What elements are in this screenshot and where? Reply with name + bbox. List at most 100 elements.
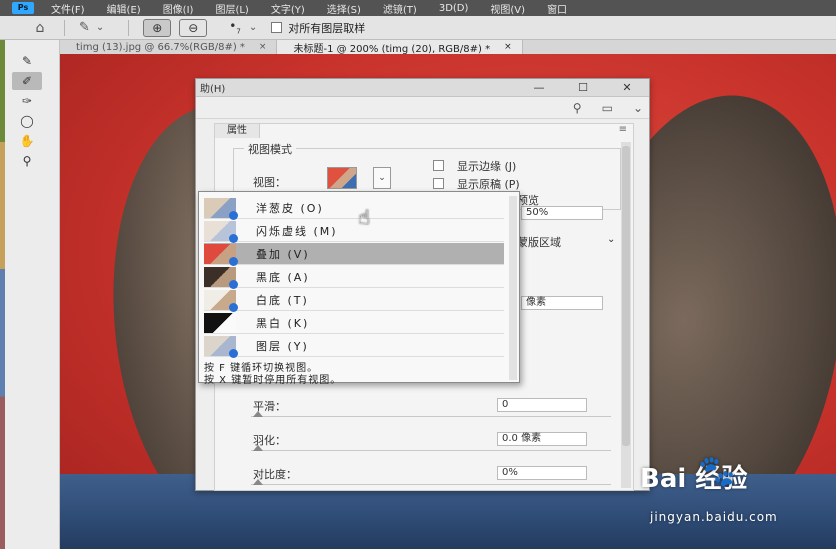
sample-all-layers-checkbox[interactable] bbox=[271, 22, 283, 33]
menu-view[interactable]: 视图(V) bbox=[479, 1, 536, 16]
toolbox: ✎ ✐ ✑ ◯ ✋ ⚲ bbox=[0, 40, 60, 549]
tab-label: timg (13).jpg @ 66.7%(RGB/8#) * bbox=[76, 41, 245, 53]
slider-knob[interactable] bbox=[253, 445, 263, 451]
tab-properties[interactable]: 属性 bbox=[215, 124, 260, 138]
close-icon[interactable]: × bbox=[259, 42, 267, 52]
chevron-down-icon[interactable]: ⌄ bbox=[607, 234, 615, 245]
scroll-thumb[interactable] bbox=[622, 146, 630, 446]
menu-item-black-white[interactable]: 黑白 (K) bbox=[204, 312, 504, 334]
view-label: 视图： bbox=[253, 176, 286, 189]
slider-knob[interactable] bbox=[253, 479, 263, 485]
workspace-icon[interactable]: ▭ bbox=[602, 101, 613, 115]
menu-item-label: 白底 (T) bbox=[256, 293, 309, 307]
menu-item-label: 洋葱皮 (O) bbox=[256, 201, 324, 215]
chevron-down-icon[interactable]: ⌄ bbox=[633, 101, 643, 115]
feather-slider[interactable] bbox=[251, 445, 611, 451]
tab-label: 未标题-1 @ 200% (timg (20), RGB/8#) * bbox=[293, 43, 491, 55]
show-original-checkbox[interactable] bbox=[433, 178, 444, 189]
on-black-thumbnail-icon bbox=[204, 266, 238, 289]
view-dropdown-button[interactable]: ⌄ bbox=[373, 167, 391, 189]
feather-field[interactable]: 0.0 像素 bbox=[497, 432, 587, 446]
menu-item-overlay[interactable]: 叠加 (V) bbox=[204, 243, 504, 266]
baidu-watermark: Bai 经验 🐾 jingyan.baidu.com bbox=[640, 454, 830, 538]
menu-3d[interactable]: 3D(D) bbox=[428, 3, 480, 14]
close-button[interactable]: ✕ bbox=[605, 81, 649, 94]
menu-item-marching-ants[interactable]: 闪烁虚线 (M) bbox=[204, 220, 504, 243]
on-layers-thumbnail-icon bbox=[204, 335, 238, 358]
contrast-field[interactable]: 0% bbox=[497, 466, 587, 480]
menu-item-label: 黑底 (A) bbox=[256, 270, 310, 284]
search-icon[interactable]: ⚲ bbox=[573, 101, 582, 115]
marching-ants-thumbnail-icon bbox=[204, 220, 238, 243]
mask-region-label[interactable]: 蒙版区域 bbox=[517, 234, 561, 250]
subtract-mode-icon[interactable]: ⊖ bbox=[179, 18, 208, 37]
divider bbox=[64, 19, 65, 36]
home-icon[interactable]: ⌂ bbox=[26, 20, 54, 36]
hand-tool-icon[interactable]: ✋ bbox=[12, 132, 42, 150]
radius-field[interactable]: 像素 bbox=[521, 296, 603, 310]
menu-scrollbar[interactable] bbox=[509, 196, 517, 380]
menu-item-onion-skin[interactable]: 洋葱皮 (O) bbox=[204, 197, 504, 220]
menu-select[interactable]: 选择(S) bbox=[316, 1, 372, 16]
close-icon[interactable]: × bbox=[504, 42, 512, 52]
watermark-url: jingyan.baidu.com bbox=[650, 510, 778, 524]
chevron-down-icon[interactable]: ⌄ bbox=[96, 22, 104, 33]
menu-item-on-white[interactable]: 白底 (T) bbox=[204, 289, 504, 312]
panel-scrollbar[interactable] bbox=[621, 142, 631, 488]
quick-select-tool-icon[interactable]: ✎ bbox=[12, 52, 42, 70]
tab-timg13[interactable]: timg (13).jpg @ 66.7%(RGB/8#) * × bbox=[60, 40, 278, 54]
overlay-thumbnail-icon bbox=[204, 243, 238, 266]
menu-window[interactable]: 窗口 bbox=[536, 1, 578, 16]
black-white-thumbnail-icon bbox=[204, 312, 236, 333]
menu-image[interactable]: 图像(I) bbox=[152, 1, 205, 16]
smooth-slider[interactable] bbox=[251, 411, 611, 417]
window-titlebar: 助(H) — ☐ ✕ bbox=[196, 79, 649, 97]
tab-untitled[interactable]: 未标题-1 @ 200% (timg (20), RGB/8#) * × bbox=[277, 40, 523, 55]
color-strip bbox=[0, 40, 5, 549]
paw-icon: 🐾 bbox=[698, 454, 736, 489]
options-bar: ⌂ ✎ ⌄ ⊕ ⊖ •7 ⌄ 对所有图层取样 bbox=[0, 16, 836, 40]
hint-disable-views: 按 X 键暂时停用所有视图。 bbox=[204, 375, 342, 386]
brush-tool-icon[interactable]: ✐ bbox=[12, 72, 42, 90]
show-edge-checkbox[interactable] bbox=[433, 160, 444, 171]
minimize-button[interactable]: — bbox=[517, 81, 561, 94]
zoom-tool-icon[interactable]: ⚲ bbox=[12, 152, 42, 170]
show-original-label: 显示原稿 (P) bbox=[457, 178, 520, 191]
hand-cursor-icon: ☝ bbox=[358, 205, 371, 229]
maximize-button[interactable]: ☐ bbox=[561, 81, 605, 94]
menu-item-label: 叠加 (V) bbox=[256, 247, 310, 261]
window-toolrow: ⚲ ▭ ⌄ bbox=[196, 97, 649, 119]
panel-menu-icon[interactable]: ≡ bbox=[619, 124, 627, 135]
smooth-field[interactable]: 0 bbox=[497, 398, 587, 412]
menu-edit[interactable]: 编辑(E) bbox=[96, 1, 152, 16]
brush-preset-icon[interactable]: •7 bbox=[229, 19, 241, 35]
quick-select-icon[interactable]: ✎ bbox=[79, 20, 90, 35]
menu-layer[interactable]: 图层(L) bbox=[204, 1, 259, 16]
slider-knob[interactable] bbox=[253, 411, 263, 417]
refine-edge-tool-icon[interactable]: ✑ bbox=[12, 92, 42, 110]
lasso-tool-icon[interactable]: ◯ bbox=[12, 112, 42, 130]
menu-bar: Ps 文件(F) 编辑(E) 图像(I) 图层(L) 文字(Y) 选择(S) 滤… bbox=[0, 0, 836, 16]
show-edge-label: 显示边缘 (J) bbox=[457, 160, 517, 173]
window-title: 助(H) bbox=[200, 84, 226, 95]
add-mode-icon[interactable]: ⊕ bbox=[143, 18, 172, 37]
view-thumbnail[interactable] bbox=[327, 167, 357, 189]
menu-type[interactable]: 文字(Y) bbox=[260, 1, 316, 16]
on-white-thumbnail-icon bbox=[204, 289, 238, 312]
menu-file[interactable]: 文件(F) bbox=[40, 1, 96, 16]
photoshop-logo: Ps bbox=[12, 2, 34, 14]
menu-item-label: 黑白 (K) bbox=[256, 316, 310, 330]
menu-filter[interactable]: 滤镜(T) bbox=[372, 1, 428, 16]
contrast-slider[interactable] bbox=[251, 479, 611, 485]
menu-item-label: 图层 (Y) bbox=[256, 339, 309, 353]
brush-size: 7 bbox=[236, 27, 241, 36]
divider bbox=[128, 19, 130, 36]
menu-item-on-black[interactable]: 黑底 (A) bbox=[204, 266, 504, 289]
document-tabs: timg (13).jpg @ 66.7%(RGB/8#) * × 未标题-1 … bbox=[60, 40, 836, 55]
onion-skin-thumbnail-icon bbox=[204, 197, 238, 220]
opacity-field[interactable]: 50% bbox=[521, 206, 603, 220]
menu-item-on-layers[interactable]: 图层 (Y) bbox=[204, 335, 504, 358]
chevron-down-icon[interactable]: ⌄ bbox=[249, 22, 257, 33]
sample-all-layers-label: 对所有图层取样 bbox=[288, 21, 366, 35]
menu-item-label: 闪烁虚线 (M) bbox=[256, 224, 338, 238]
